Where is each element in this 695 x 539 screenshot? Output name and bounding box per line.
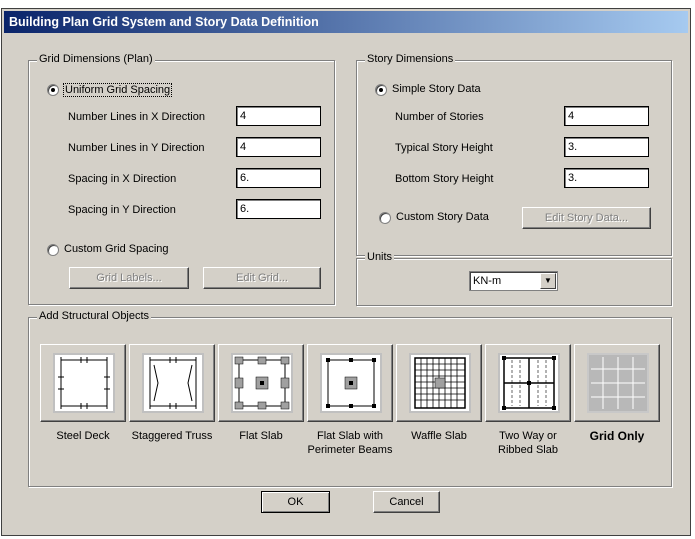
- y-spacing-label: Spacing in Y Direction: [68, 204, 176, 216]
- window-title: Building Plan Grid System and Story Data…: [9, 15, 319, 29]
- staggered-truss-tile[interactable]: [129, 344, 215, 422]
- steel-deck-icon: [53, 353, 115, 413]
- waffle-slab-tile[interactable]: [396, 344, 482, 422]
- simple-story-radio[interactable]: [375, 84, 387, 96]
- flat-slab-label: Flat Slab: [239, 430, 283, 442]
- flat-slab-perimeter-icon: [320, 353, 382, 413]
- dialog-window: Building Plan Grid System and Story Data…: [1, 8, 691, 536]
- uniform-grid-radio[interactable]: [47, 84, 59, 96]
- typical-story-height-label: Typical Story Height: [395, 142, 493, 154]
- y-lines-label: Number Lines in Y Direction: [68, 142, 205, 154]
- structural-objects-legend: Add Structural Objects: [37, 310, 152, 322]
- units-legend: Units: [365, 251, 395, 263]
- bottom-story-height-input[interactable]: 3.: [564, 168, 649, 188]
- units-selected-value: KN-m: [473, 275, 502, 287]
- y-lines-input[interactable]: 4: [236, 137, 321, 157]
- uniform-grid-label[interactable]: Uniform Grid Spacing: [63, 83, 173, 97]
- x-lines-label: Number Lines in X Direction: [68, 111, 205, 123]
- simple-story-label[interactable]: Simple Story Data: [392, 83, 481, 95]
- custom-story-label[interactable]: Custom Story Data: [396, 211, 489, 223]
- steel-deck-label: Steel Deck: [56, 430, 110, 442]
- title-bar[interactable]: Building Plan Grid System and Story Data…: [4, 11, 688, 33]
- x-lines-input[interactable]: 4: [236, 106, 321, 126]
- x-spacing-input[interactable]: 6.: [236, 168, 321, 188]
- flat-slab-perimeter-tile[interactable]: [307, 344, 393, 422]
- ribbed-slab-tile[interactable]: [485, 344, 571, 422]
- edit-story-data-button[interactable]: Edit Story Data...: [522, 207, 651, 229]
- staggered-truss-icon: [142, 353, 204, 413]
- x-spacing-label: Spacing in X Direction: [68, 173, 177, 185]
- edit-grid-button[interactable]: Edit Grid...: [203, 267, 321, 289]
- units-select[interactable]: KN-m ▼: [469, 271, 558, 291]
- flat-slab-icon: [231, 353, 293, 413]
- grid-only-tile[interactable]: [574, 344, 660, 422]
- waffle-slab-icon: [409, 353, 471, 413]
- grid-only-icon: [587, 353, 649, 413]
- flat-slab-tile[interactable]: [218, 344, 304, 422]
- bottom-story-height-label: Bottom Story Height: [395, 173, 494, 185]
- steel-deck-tile[interactable]: [40, 344, 126, 422]
- custom-grid-label[interactable]: Custom Grid Spacing: [64, 243, 169, 255]
- flat-slab-perimeter-label: Flat Slab with Perimeter Beams: [307, 430, 393, 456]
- custom-grid-radio[interactable]: [47, 244, 59, 256]
- custom-story-radio[interactable]: [379, 212, 391, 224]
- staggered-truss-label: Staggered Truss: [131, 430, 213, 442]
- ribbed-slab-label: Two Way or Ribbed Slab: [498, 430, 558, 456]
- ribbed-slab-icon: [498, 353, 560, 413]
- cancel-button[interactable]: Cancel: [373, 491, 440, 513]
- number-of-stories-input[interactable]: 4: [564, 106, 649, 126]
- grid-only-label: Grid Only: [589, 429, 645, 443]
- typical-story-height-input[interactable]: 3.: [564, 137, 649, 157]
- y-spacing-input[interactable]: 6.: [236, 199, 321, 219]
- grid-labels-button[interactable]: Grid Labels...: [69, 267, 189, 289]
- story-dimensions-legend: Story Dimensions: [365, 53, 456, 65]
- grid-dimensions-legend: Grid Dimensions (Plan): [37, 53, 155, 65]
- ok-button[interactable]: OK: [261, 491, 330, 513]
- number-of-stories-label: Number of Stories: [395, 111, 484, 123]
- waffle-slab-label: Waffle Slab: [411, 430, 467, 442]
- chevron-down-icon[interactable]: ▼: [540, 273, 556, 289]
